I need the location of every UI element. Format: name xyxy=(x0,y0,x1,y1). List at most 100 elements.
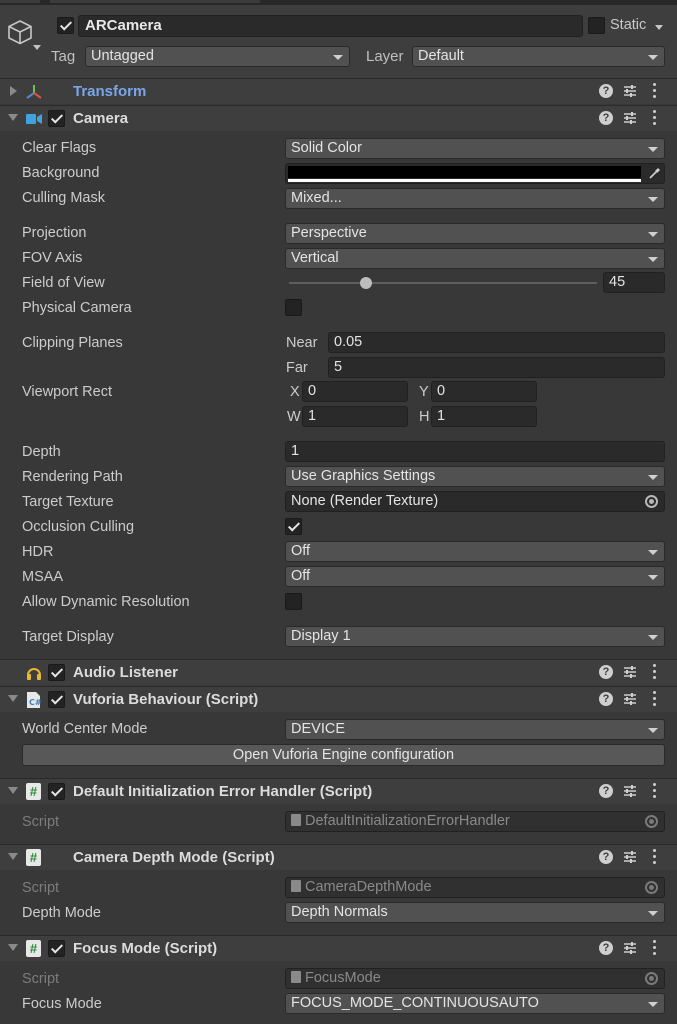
vuforia-component-header[interactable]: C# Vuforia Behaviour (Script) ? xyxy=(0,686,677,712)
preset-icon[interactable] xyxy=(623,784,637,798)
target-texture-value: None (Render Texture) xyxy=(291,493,439,509)
camera-depth-title: Camera Depth Mode (Script) xyxy=(73,849,275,866)
color-swatch[interactable] xyxy=(288,166,641,178)
active-checkbox[interactable] xyxy=(57,17,74,34)
object-picker-icon xyxy=(645,815,658,828)
rendering-path-dropdown[interactable]: Use Graphics Settings xyxy=(285,466,665,487)
more-options-icon[interactable] xyxy=(653,940,657,958)
script-file-icon xyxy=(291,880,301,892)
help-icon[interactable]: ? xyxy=(599,84,613,98)
viewport-w-field[interactable]: 1 xyxy=(302,406,408,427)
foldout-expanded-icon[interactable] xyxy=(8,787,18,794)
camera-component-header[interactable]: Camera ? xyxy=(0,105,677,131)
foldout-expanded-icon[interactable] xyxy=(8,853,18,860)
more-options-icon[interactable] xyxy=(653,110,657,128)
foldout-expanded-icon[interactable] xyxy=(8,114,18,121)
vuforia-enabled-checkbox[interactable] xyxy=(48,691,65,708)
viewport-y-field[interactable]: 0 xyxy=(431,381,537,402)
transform-title[interactable]: Transform xyxy=(73,83,146,100)
static-label[interactable]: Static xyxy=(610,17,646,33)
more-options-icon[interactable] xyxy=(653,83,657,101)
more-options-icon[interactable] xyxy=(653,849,657,867)
foldout-expanded-icon[interactable] xyxy=(8,695,18,702)
static-dropdown-icon[interactable] xyxy=(655,25,663,30)
viewport-h-field[interactable]: 1 xyxy=(431,406,537,427)
more-options-icon[interactable] xyxy=(653,664,657,682)
far-field[interactable]: 5 xyxy=(328,357,665,378)
audio-listener-enabled-checkbox[interactable] xyxy=(48,664,65,681)
script-label: Script xyxy=(22,814,60,830)
help-icon[interactable]: ? xyxy=(599,850,613,864)
w-label: W xyxy=(287,409,301,425)
foldout-collapsed-icon[interactable] xyxy=(10,86,17,96)
tab-fragment[interactable] xyxy=(0,0,40,3)
preset-icon[interactable] xyxy=(623,850,637,864)
preset-icon[interactable] xyxy=(623,84,637,98)
help-icon[interactable]: ? xyxy=(599,692,613,706)
script-file-icon xyxy=(291,814,301,826)
fov-slider-track[interactable] xyxy=(289,282,597,284)
world-center-mode-dropdown[interactable]: DEVICE xyxy=(285,719,665,740)
camera-enabled-checkbox[interactable] xyxy=(48,110,65,127)
more-options-icon[interactable] xyxy=(653,691,657,709)
focus-mode-enabled-checkbox[interactable] xyxy=(48,940,65,957)
more-options-icon[interactable] xyxy=(653,783,657,801)
allow-dynamic-resolution-checkbox[interactable] xyxy=(285,593,302,610)
preset-icon[interactable] xyxy=(623,111,637,125)
world-center-mode-label: World Center Mode xyxy=(22,721,148,737)
gameobject-header: ARCamera Static Tag Untagged Layer Defau… xyxy=(0,5,677,78)
script-name: FocusMode xyxy=(305,970,381,986)
foldout-expanded-icon[interactable] xyxy=(8,944,18,951)
open-vuforia-config-button[interactable]: Open Vuforia Engine configuration xyxy=(22,744,665,766)
preset-icon[interactable] xyxy=(623,692,637,706)
help-icon[interactable]: ? xyxy=(599,665,613,679)
projection-dropdown[interactable]: Perspective xyxy=(285,223,665,244)
layer-label: Layer xyxy=(366,48,404,65)
msaa-dropdown[interactable]: Off xyxy=(285,566,665,587)
fov-slider-knob[interactable] xyxy=(360,277,372,289)
layer-dropdown[interactable]: Default xyxy=(412,46,665,67)
focus-mode-dropdown[interactable]: FOCUS_MODE_CONTINUOUSAUTO xyxy=(285,993,665,1014)
default-init-enabled-checkbox[interactable] xyxy=(48,783,65,800)
audio-listener-component-header[interactable]: Audio Listener ? xyxy=(0,659,677,685)
help-icon[interactable]: ? xyxy=(599,784,613,798)
alpha-bar xyxy=(288,179,641,182)
static-checkbox[interactable] xyxy=(588,17,605,34)
camera-depth-component-header[interactable]: # Camera Depth Mode (Script) ? xyxy=(0,844,677,870)
target-texture-field[interactable]: None (Render Texture) xyxy=(285,491,665,512)
clear-flags-dropdown[interactable]: Solid Color xyxy=(285,138,665,159)
fov-value-field[interactable]: 45 xyxy=(603,272,665,293)
gameobject-cube-icon[interactable] xyxy=(6,19,34,45)
object-name-field[interactable]: ARCamera xyxy=(78,15,583,37)
eyedropper-icon[interactable] xyxy=(648,166,662,180)
tag-label: Tag xyxy=(51,48,76,65)
fov-axis-dropdown[interactable]: Vertical xyxy=(285,248,665,269)
object-picker-icon xyxy=(645,972,658,985)
viewport-x-field[interactable]: 0 xyxy=(302,381,408,402)
icon-dropdown-arrow-icon[interactable] xyxy=(33,45,41,50)
physical-camera-checkbox[interactable] xyxy=(285,299,302,316)
culling-mask-dropdown[interactable]: Mixed... xyxy=(285,188,665,209)
far-label: Far xyxy=(286,360,308,376)
script-name: DefaultInitializationErrorHandler xyxy=(305,813,510,829)
script-name: CameraDepthMode xyxy=(305,879,432,895)
hdr-dropdown[interactable]: Off xyxy=(285,541,665,562)
help-icon[interactable]: ? xyxy=(599,111,613,125)
depth-mode-dropdown[interactable]: Depth Normals xyxy=(285,902,665,923)
occlusion-culling-checkbox[interactable] xyxy=(285,518,302,535)
background-color-field[interactable] xyxy=(285,163,665,184)
default-init-component-header[interactable]: # Default Initialization Error Handler (… xyxy=(0,778,677,804)
target-display-dropdown[interactable]: Display 1 xyxy=(285,626,665,647)
object-picker-icon[interactable] xyxy=(645,495,658,508)
h-label: H xyxy=(419,409,430,425)
tag-dropdown[interactable]: Untagged xyxy=(85,46,350,67)
tab-fragment[interactable] xyxy=(50,0,260,3)
help-icon[interactable]: ? xyxy=(599,941,613,955)
culling-mask-label: Culling Mask xyxy=(22,190,105,206)
preset-icon[interactable] xyxy=(623,665,637,679)
depth-field[interactable]: 1 xyxy=(285,441,665,462)
focus-mode-component-header[interactable]: # Focus Mode (Script) ? xyxy=(0,935,677,961)
near-field[interactable]: 0.05 xyxy=(328,332,665,353)
preset-icon[interactable] xyxy=(623,941,637,955)
transform-component-header[interactable]: Transform ? xyxy=(0,78,677,104)
